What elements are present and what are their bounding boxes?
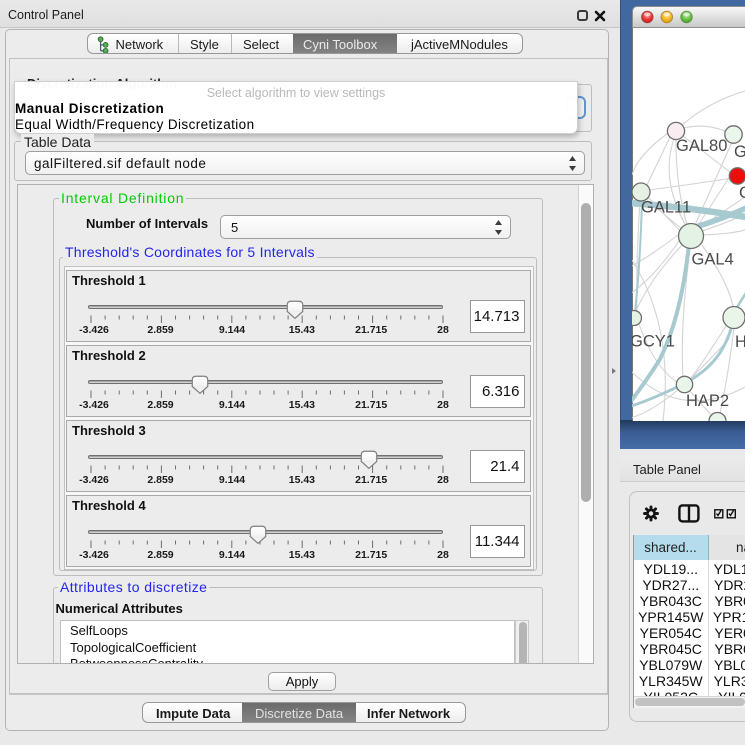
- svg-text:GAL80: GAL80: [676, 137, 727, 155]
- svg-text:C: C: [739, 184, 745, 202]
- svg-text:GCY1: GCY1: [632, 333, 675, 351]
- svg-text:H: H: [735, 333, 745, 351]
- svg-text:GAL4: GAL4: [692, 251, 734, 269]
- svg-text:GAL11: GAL11: [641, 199, 691, 217]
- svg-text:HAP2: HAP2: [686, 392, 729, 410]
- svg-text:GA: GA: [734, 143, 745, 161]
